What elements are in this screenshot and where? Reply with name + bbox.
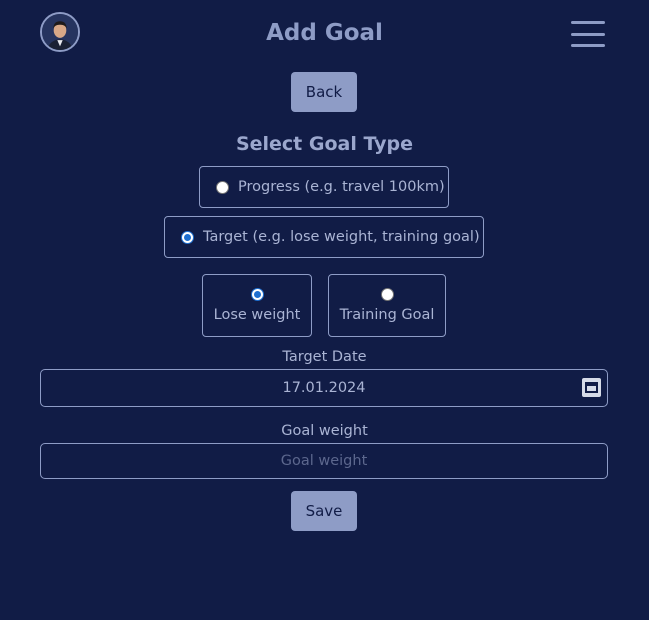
add-goal-page: Add Goal Back Select Goal Type Progress … xyxy=(0,0,649,620)
target-date-value: 17.01.2024 xyxy=(282,380,366,396)
training-goal-label: Training Goal xyxy=(339,307,435,323)
goal-weight-label: Goal weight xyxy=(281,423,368,439)
hamburger-menu-icon[interactable] xyxy=(571,21,605,47)
training-goal-option[interactable]: Training Goal xyxy=(328,274,446,337)
lose-weight-option[interactable]: Lose weight xyxy=(202,274,312,337)
goal-weight-input[interactable] xyxy=(40,443,608,479)
lose-weight-label: Lose weight xyxy=(213,307,301,323)
training-goal-radio[interactable] xyxy=(380,288,394,301)
page-title: Add Goal xyxy=(266,20,383,46)
progress-option-label: Progress (e.g. travel 100km) xyxy=(238,179,445,195)
lose-weight-radio[interactable] xyxy=(250,288,264,301)
menu-line xyxy=(571,32,605,36)
target-date-label: Target Date xyxy=(282,349,367,365)
back-button[interactable]: Back xyxy=(291,72,357,112)
save-button[interactable]: Save xyxy=(291,491,357,531)
menu-line xyxy=(571,21,605,24)
goal-type-heading: Select Goal Type xyxy=(235,133,414,155)
target-date-input[interactable]: 17.01.2024 xyxy=(40,369,608,407)
target-radio[interactable] xyxy=(181,230,194,244)
menu-line xyxy=(571,44,605,47)
target-option-label: Target (e.g. lose weight, training goal) xyxy=(203,229,480,245)
goal-type-progress-option[interactable]: Progress (e.g. travel 100km) xyxy=(199,166,449,208)
calendar-icon[interactable] xyxy=(582,378,601,397)
progress-radio[interactable] xyxy=(216,180,229,194)
goal-type-target-option[interactable]: Target (e.g. lose weight, training goal) xyxy=(164,216,484,258)
